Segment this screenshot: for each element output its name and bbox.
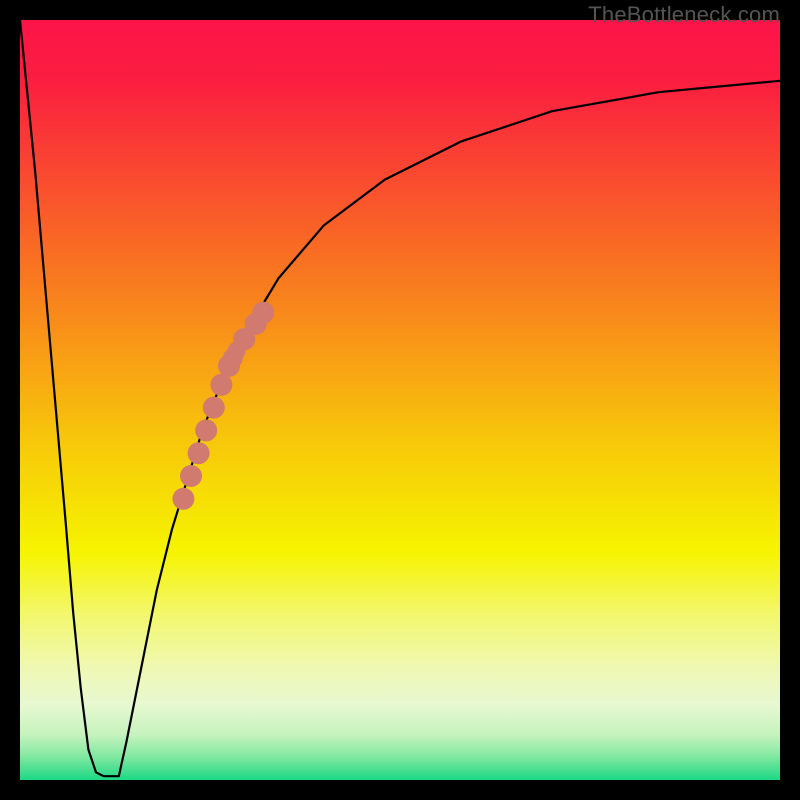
bottleneck-curve: [20, 20, 780, 776]
highlight-dot: [180, 465, 202, 487]
highlight-dot: [252, 302, 274, 324]
highlight-dot: [195, 419, 217, 441]
highlight-segment: [172, 302, 274, 510]
highlight-dot: [203, 397, 225, 419]
plot-area: [20, 20, 780, 780]
curve-layer: [20, 20, 780, 780]
chart-frame: TheBottleneck.com: [0, 0, 800, 800]
highlight-dot: [188, 442, 210, 464]
watermark-text: TheBottleneck.com: [588, 2, 780, 28]
highlight-dot: [210, 374, 232, 396]
highlight-dot: [172, 488, 194, 510]
